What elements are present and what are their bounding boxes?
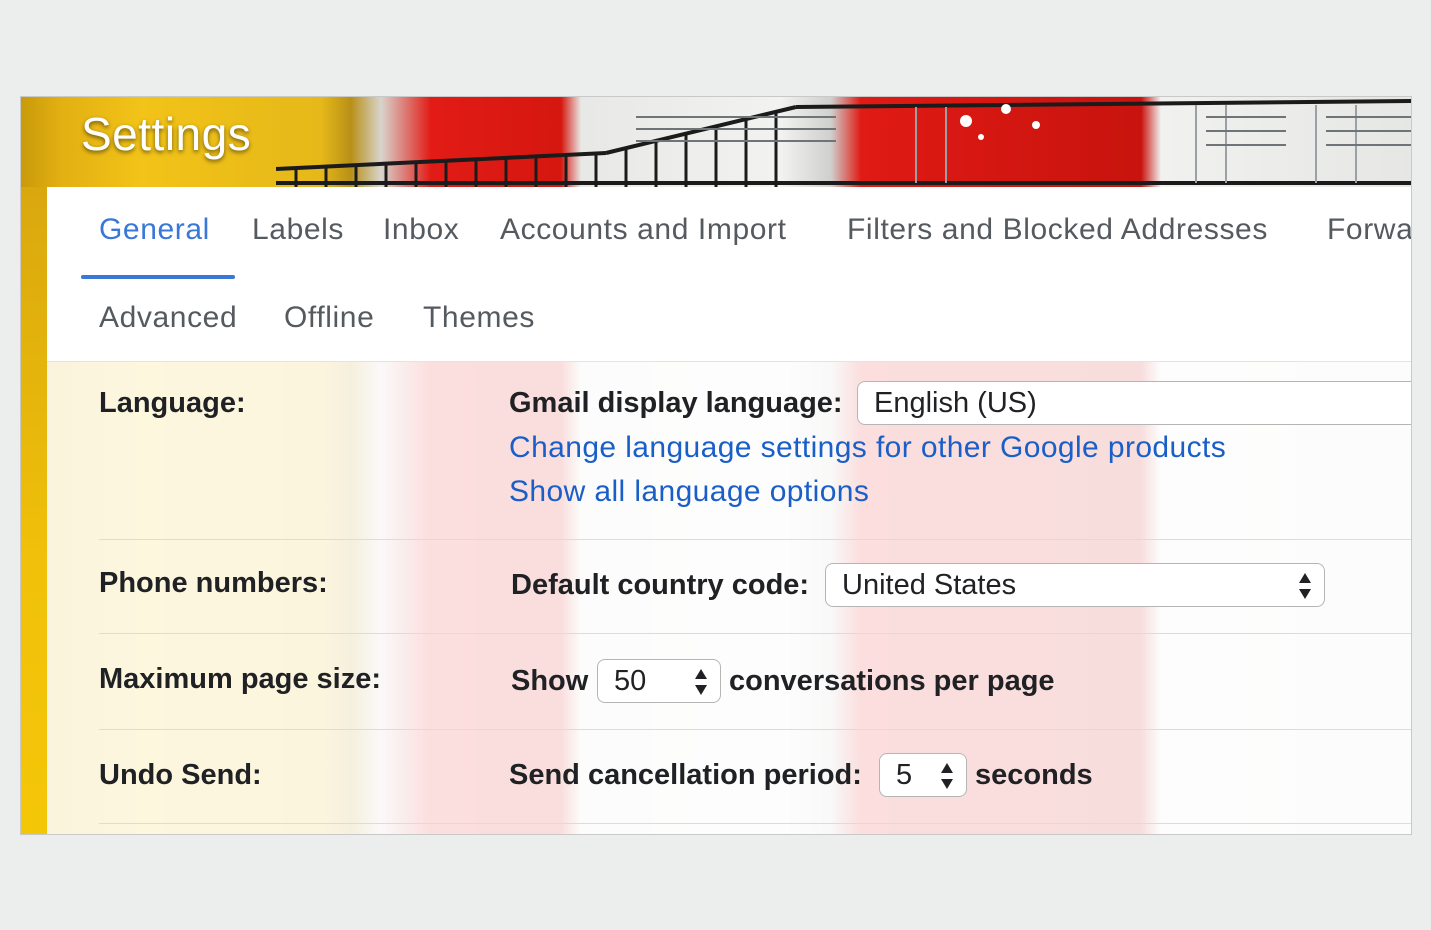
cancellation-period-select[interactable]: 5 [879, 753, 967, 797]
change-language-settings-link[interactable]: Change language settings for other Googl… [509, 431, 1226, 465]
up-down-arrows-icon [941, 763, 953, 789]
tab-labels[interactable]: Labels [252, 213, 344, 247]
tab-offline[interactable]: Offline [284, 301, 374, 335]
country-code-select[interactable]: United States [825, 563, 1325, 607]
phone-numbers-label: Phone numbers: [99, 567, 328, 599]
active-tab-indicator [81, 275, 235, 279]
theme-balcony-railing-image [276, 99, 1411, 187]
display-language-select[interactable]: English (US) [857, 381, 1411, 425]
conversations-per-page-label: conversations per page [729, 665, 1055, 697]
display-language-value: English (US) [874, 386, 1037, 419]
settings-window: Settings General Labels Inbox Accounts a… [20, 96, 1412, 835]
tab-general[interactable]: General [99, 213, 210, 247]
tab-advanced[interactable]: Advanced [99, 301, 237, 335]
default-country-code-label: Default country code: [511, 569, 810, 601]
row-divider [99, 633, 1411, 634]
country-code-value: United States [842, 568, 1017, 601]
seconds-label: seconds [975, 759, 1093, 791]
maximum-page-size-label: Maximum page size: [99, 663, 382, 695]
page-size-value: 50 [614, 664, 647, 697]
settings-panel: General Labels Inbox Accounts and Import… [47, 187, 1411, 834]
undo-send-label: Undo Send: [99, 759, 262, 791]
page-size-select[interactable]: 50 [597, 659, 721, 703]
up-down-arrows-icon [1299, 573, 1311, 599]
row-divider [99, 539, 1411, 540]
language-label: Language: [99, 387, 246, 419]
theme-left-strip [21, 187, 47, 834]
show-all-language-options-link[interactable]: Show all language options [509, 475, 869, 509]
row-divider [99, 823, 1411, 824]
show-label: Show [511, 665, 589, 697]
up-down-arrows-icon [695, 669, 707, 695]
tab-filters-and-blocked-addresses[interactable]: Filters and Blocked Addresses [847, 213, 1268, 247]
row-divider [99, 729, 1411, 730]
tab-forwarding[interactable]: Forwa [1327, 213, 1411, 247]
tab-bar: General Labels Inbox Accounts and Import… [47, 187, 1411, 362]
tab-themes[interactable]: Themes [423, 301, 535, 335]
tab-inbox[interactable]: Inbox [383, 213, 459, 247]
send-cancellation-period-label: Send cancellation period: [509, 759, 862, 791]
gmail-display-language-label: Gmail display language: [509, 387, 843, 419]
tab-accounts-and-import[interactable]: Accounts and Import [500, 213, 787, 247]
page-title: Settings [81, 108, 252, 160]
cancellation-period-value: 5 [896, 758, 913, 791]
